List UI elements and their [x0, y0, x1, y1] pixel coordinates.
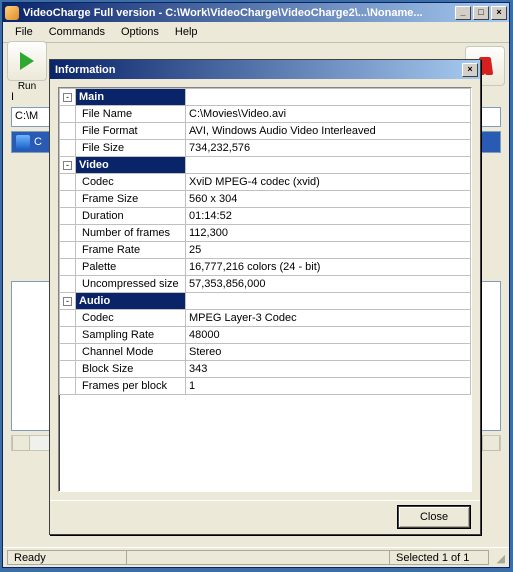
section-header: Main [76, 89, 186, 106]
properties-grid: -MainFile NameC:\Movies\Video.aviFile Fo… [58, 87, 472, 492]
property-row[interactable]: Palette16,777,216 colors (24 - bit) [60, 259, 471, 276]
property-key: Sampling Rate [76, 327, 186, 344]
property-row[interactable]: Number of frames112,300 [60, 225, 471, 242]
property-key: Codec [76, 174, 186, 191]
property-row[interactable]: Sampling Rate48000 [60, 327, 471, 344]
section-header: Video [76, 157, 186, 174]
property-value: 112,300 [186, 225, 471, 242]
file-name: C [34, 136, 42, 148]
property-row[interactable]: Frame Size560 x 304 [60, 191, 471, 208]
property-row[interactable]: Frame Rate25 [60, 242, 471, 259]
collapse-toggle[interactable]: - [60, 293, 76, 310]
dialog-title-bar[interactable]: Information × [50, 60, 480, 79]
status-bar: Ready Selected 1 of 1 ◢ [3, 547, 509, 567]
menu-options[interactable]: Options [113, 24, 167, 40]
property-row[interactable]: File FormatAVI, Windows Audio Video Inte… [60, 123, 471, 140]
property-row[interactable]: Uncompressed size57,353,856,000 [60, 276, 471, 293]
property-value: XviD MPEG-4 codec (xvid) [186, 174, 471, 191]
property-value: 48000 [186, 327, 471, 344]
section-audio: -Audio [60, 293, 471, 310]
property-value: 57,353,856,000 [186, 276, 471, 293]
stop-icon [483, 57, 494, 75]
property-key: Frame Rate [76, 242, 186, 259]
run-button[interactable] [7, 41, 47, 81]
property-key: Block Size [76, 361, 186, 378]
menu-bar: File Commands Options Help [3, 22, 509, 43]
menu-help[interactable]: Help [167, 24, 206, 40]
property-value: 16,777,216 colors (24 - bit) [186, 259, 471, 276]
property-key: Frame Size [76, 191, 186, 208]
resize-grip[interactable]: ◢ [489, 550, 505, 565]
property-key: Uncompressed size [76, 276, 186, 293]
play-icon [20, 52, 34, 70]
status-ready: Ready [7, 550, 127, 565]
information-dialog: Information × -MainFile NameC:\Movies\Vi… [49, 59, 481, 535]
property-value: MPEG Layer-3 Codec [186, 310, 471, 327]
property-value: 1 [186, 378, 471, 395]
app-icon [5, 6, 19, 20]
run-label: Run [7, 81, 47, 92]
close-window-button[interactable]: × [491, 6, 507, 20]
property-row[interactable]: Frames per block1 [60, 378, 471, 395]
property-value: 734,232,576 [186, 140, 471, 157]
property-row[interactable]: CodecXviD MPEG-4 codec (xvid) [60, 174, 471, 191]
section-main: -Main [60, 89, 471, 106]
window-title: VideoCharge Full version - C:\Work\Video… [23, 7, 455, 19]
property-value: 25 [186, 242, 471, 259]
property-key: Number of frames [76, 225, 186, 242]
property-row[interactable]: File Size734,232,576 [60, 140, 471, 157]
minimize-button[interactable]: _ [455, 6, 471, 20]
property-key: File Format [76, 123, 186, 140]
property-row[interactable]: Block Size343 [60, 361, 471, 378]
property-key: File Size [76, 140, 186, 157]
property-key: Channel Mode [76, 344, 186, 361]
menu-file[interactable]: File [7, 24, 41, 40]
title-bar[interactable]: VideoCharge Full version - C:\Work\Video… [3, 3, 509, 22]
dialog-close-icon[interactable]: × [462, 63, 478, 77]
property-row[interactable]: Duration01:14:52 [60, 208, 471, 225]
property-row[interactable]: File NameC:\Movies\Video.avi [60, 106, 471, 123]
maximize-button[interactable]: □ [473, 6, 489, 20]
close-button[interactable]: Close [398, 506, 470, 528]
property-value: 01:14:52 [186, 208, 471, 225]
property-value: C:\Movies\Video.avi [186, 106, 471, 123]
property-value: Stereo [186, 344, 471, 361]
property-value: AVI, Windows Audio Video Interleaved [186, 123, 471, 140]
dialog-title: Information [52, 64, 462, 76]
property-row[interactable]: CodecMPEG Layer-3 Codec [60, 310, 471, 327]
property-key: Palette [76, 259, 186, 276]
collapse-toggle[interactable]: - [60, 157, 76, 174]
collapse-toggle[interactable]: - [60, 89, 76, 106]
section-header: Audio [76, 293, 186, 310]
property-key: Codec [76, 310, 186, 327]
status-middle [127, 550, 389, 565]
file-icon [16, 135, 30, 149]
section-video: -Video [60, 157, 471, 174]
property-row[interactable]: Channel ModeStereo [60, 344, 471, 361]
property-value: 560 x 304 [186, 191, 471, 208]
menu-commands[interactable]: Commands [41, 24, 113, 40]
property-key: Duration [76, 208, 186, 225]
status-selection: Selected 1 of 1 [389, 550, 489, 565]
property-value: 343 [186, 361, 471, 378]
property-key: File Name [76, 106, 186, 123]
property-key: Frames per block [76, 378, 186, 395]
